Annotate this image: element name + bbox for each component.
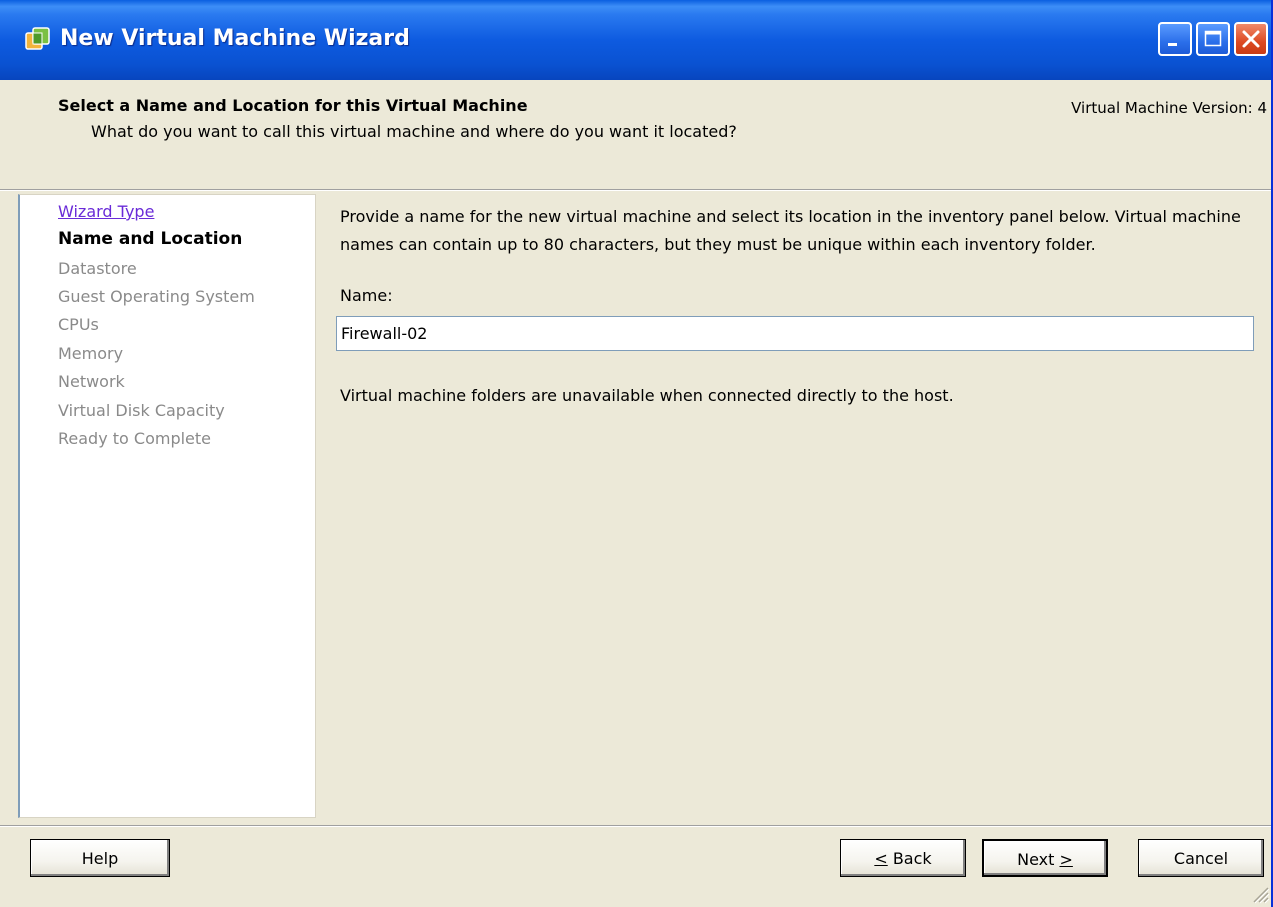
page-subtitle: What do you want to call this virtual ma… bbox=[91, 122, 737, 141]
maximize-icon bbox=[1204, 30, 1222, 47]
cancel-button[interactable]: Cancel bbox=[1138, 839, 1264, 877]
back-accel-key: < bbox=[874, 849, 888, 868]
instructions-text: Provide a name for the new virtual machi… bbox=[340, 207, 1241, 254]
page-title: Select a Name and Location for this Virt… bbox=[58, 96, 528, 115]
cancel-label: Cancel bbox=[1173, 849, 1229, 868]
folder-unavailable-note: Virtual machine folders are unavailable … bbox=[340, 386, 954, 405]
wizard-steps-panel: Wizard Type Name and Location Datastore … bbox=[18, 194, 316, 818]
step-virtual-disk-capacity: Virtual Disk Capacity bbox=[58, 401, 225, 420]
window-title: New Virtual Machine Wizard bbox=[60, 26, 410, 51]
step-network: Network bbox=[58, 372, 125, 391]
step-wizard-type[interactable]: Wizard Type bbox=[58, 202, 154, 221]
minimize-button[interactable] bbox=[1158, 22, 1192, 56]
maximize-button[interactable] bbox=[1196, 22, 1230, 56]
step-memory: Memory bbox=[58, 344, 124, 363]
wizard-window: New Virtual Machine Wizard Select a Name… bbox=[0, 0, 1273, 907]
name-label: Name: bbox=[340, 286, 393, 305]
next-label: Next bbox=[1017, 850, 1060, 869]
step-name-and-location: Name and Location bbox=[58, 229, 243, 249]
close-icon bbox=[1242, 30, 1260, 48]
help-button[interactable]: Help bbox=[30, 839, 170, 877]
help-label: Help bbox=[81, 849, 119, 868]
step-cpus: CPUs bbox=[58, 315, 99, 334]
next-accel-key: > bbox=[1059, 850, 1073, 869]
minimize-icon bbox=[1168, 43, 1177, 46]
header-divider bbox=[0, 189, 1271, 191]
step-datastore: Datastore bbox=[58, 259, 137, 278]
close-button[interactable] bbox=[1234, 22, 1268, 56]
step-guest-os: Guest Operating System bbox=[58, 287, 255, 306]
vm-version-label: Virtual Machine Version: 4 bbox=[1071, 99, 1267, 117]
back-label: Back bbox=[887, 849, 932, 868]
back-button[interactable]: < Back bbox=[840, 839, 966, 877]
vm-name-input[interactable] bbox=[336, 316, 1254, 351]
vm-wizard-icon bbox=[25, 27, 50, 50]
footer-divider bbox=[0, 825, 1271, 827]
next-button[interactable]: Next > bbox=[982, 839, 1108, 877]
title-bar[interactable]: New Virtual Machine Wizard bbox=[0, 0, 1271, 80]
resize-grip-icon[interactable] bbox=[1250, 884, 1270, 904]
step-ready-to-complete: Ready to Complete bbox=[58, 429, 212, 448]
